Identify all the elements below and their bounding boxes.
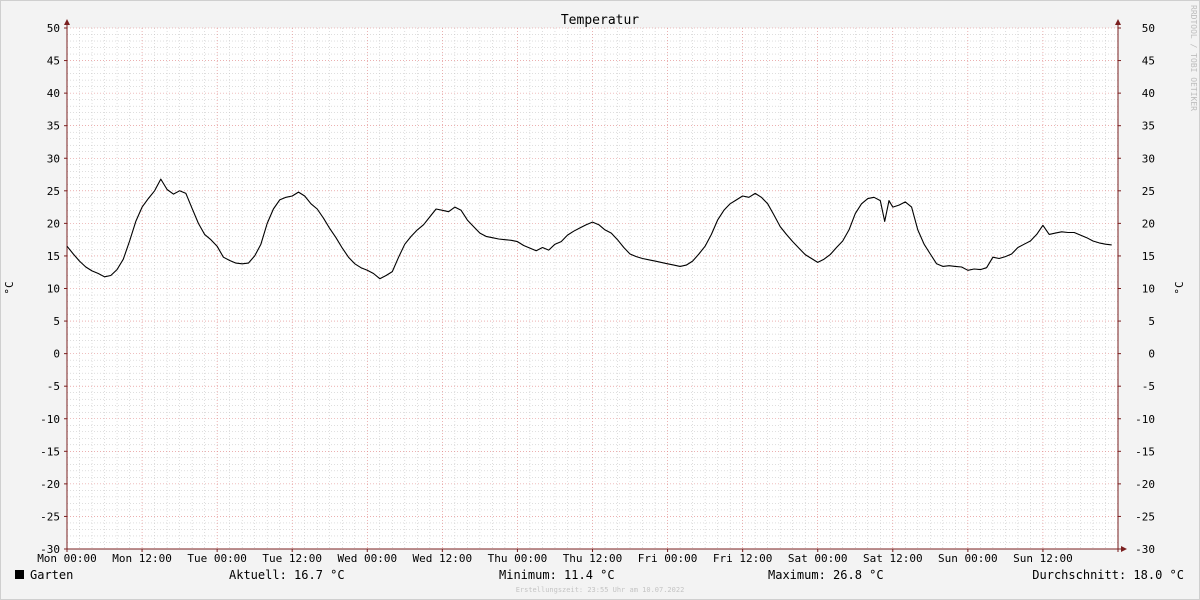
x-tick-label: Sun 00:00 [938,552,998,565]
legend-maximum: Maximum: 26.8 °C [768,568,884,582]
y-tick-label-right: -15 [1135,445,1155,458]
y-tick-label: 30 [47,152,60,165]
y-tick-label-right: 10 [1142,283,1155,296]
y-tick-label-right: 25 [1142,185,1155,198]
legend-swatch [15,570,24,579]
y-tick-label: -25 [40,510,60,523]
x-tick-label: Sun 12:00 [1013,552,1073,565]
x-tick-label: Wed 12:00 [413,552,473,565]
x-tick-label: Fri 12:00 [713,552,773,565]
y-axis-title-right: °C [1173,281,1186,294]
y-tick-label-right: -25 [1135,510,1155,523]
x-tick-label: Tue 00:00 [187,552,247,565]
x-tick-label: Tue 12:00 [262,552,322,565]
y-tick-label-right: 50 [1142,22,1155,35]
y-tick-label-right: 5 [1148,315,1155,328]
x-tick-label: Wed 00:00 [337,552,397,565]
y-tick-label: -20 [40,478,60,491]
legend: Garten Aktuell: 16.7 °C Minimum: 11.4 °C… [0,566,1200,584]
y-tick-label: 25 [47,185,60,198]
y-tick-label-right: -20 [1135,478,1155,491]
y-tick-label: -5 [47,380,60,393]
x-tick-label: Thu 12:00 [563,552,623,565]
y-tick-label-right: 45 [1142,55,1155,68]
y-tick-label: 10 [47,283,60,296]
y-tick-label: 45 [47,55,60,68]
chart-title: Temperatur [561,13,639,28]
x-tick-label: Sat 00:00 [788,552,848,565]
y-axis-labels-left: 50454035302520151050-5-10-15-20-25-30 [40,22,60,556]
rrdtool-watermark: RRDTOOL / TOBI OETIKER [1189,5,1198,111]
legend-minimum: Minimum: 11.4 °C [499,568,615,582]
creation-time-footer: Erstellungszeit: 23:55 Uhr am 10.07.2022 [516,586,685,594]
x-tick-label: Thu 00:00 [488,552,548,565]
x-tick-label: Mon 12:00 [112,552,172,565]
y-tick-label: 15 [47,250,60,263]
y-tick-label-right: 35 [1142,120,1155,133]
y-tick-label-right: -10 [1135,413,1155,426]
y-tick-label: -10 [40,413,60,426]
y-axis-labels-right: 50454035302520151050-5-10-15-20-25-30 [1135,22,1155,556]
y-tick-label-right: -30 [1135,543,1155,556]
y-axis-arrow-right [1115,19,1121,25]
legend-series-name: Garten [30,568,74,582]
y-tick-label: 40 [47,87,60,100]
y-tick-label-right: 15 [1142,250,1155,263]
y-tick-label: 0 [53,348,60,361]
y-tick-label-right: -5 [1142,380,1155,393]
chart-window: 50 45 40 35 30 25 20 15 10 5 0 -5 -10 -15 -20 -25 -30 50… [0,0,1200,600]
x-tick-label: Sat 12:00 [863,552,923,565]
y-tick-label-right: 40 [1142,87,1155,100]
x-tick-label: Fri 00:00 [638,552,698,565]
y-tick-label: -15 [40,445,60,458]
y-tick-label-right: 0 [1148,348,1155,361]
legend-aktuell: Aktuell: 16.7 °C [229,568,345,582]
y-tick-label-right: 30 [1142,152,1155,165]
y-tick-label: 35 [47,120,60,133]
legend-durchschnitt: Durchschnitt: 18.0 °C [1032,568,1184,582]
y-axis-arrow-left [64,19,70,25]
y-tick-label: 20 [47,217,60,230]
y-tick-label: 5 [53,315,60,328]
x-axis-arrow [1121,546,1127,552]
x-tick-label: Mon 00:00 [37,552,97,565]
y-tick-label-right: 20 [1142,217,1155,230]
x-axis-labels: Mon 00:00 Mon 12:00 Tue 00:00 Tue 12:00 Wed … [37,552,1073,565]
y-tick-label: 50 [47,22,60,35]
temperature-chart: 50454035302520151050-5-10-15-20-25-30 50… [0,0,1200,600]
y-axis-title-left: °C [3,281,16,294]
